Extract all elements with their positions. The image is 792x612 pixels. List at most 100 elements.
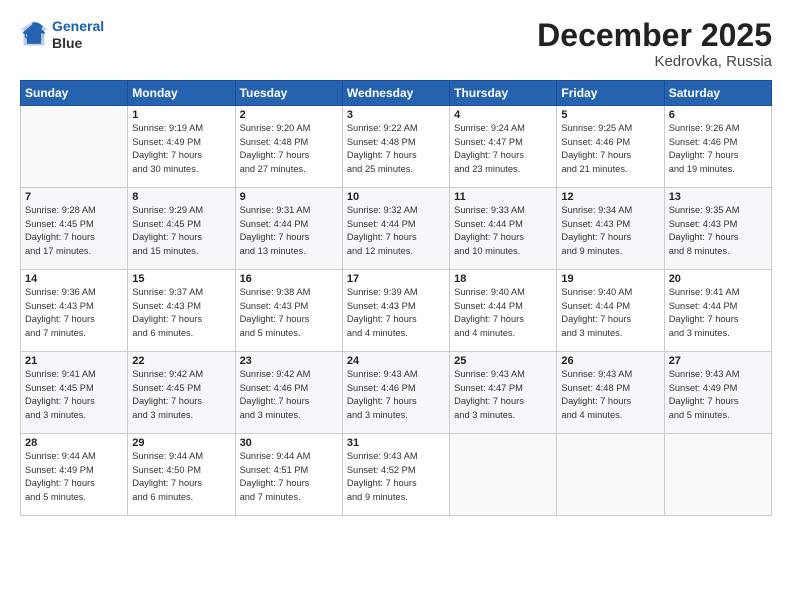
calendar-cell: 18Sunrise: 9:40 AM Sunset: 4:44 PM Dayli… xyxy=(450,270,557,352)
day-number: 19 xyxy=(561,273,659,285)
logo-line1: General xyxy=(52,18,104,34)
day-info: Sunrise: 9:33 AM Sunset: 4:44 PM Dayligh… xyxy=(454,204,552,258)
calendar-cell: 2Sunrise: 9:20 AM Sunset: 4:48 PM Daylig… xyxy=(235,106,342,188)
day-number: 2 xyxy=(240,109,338,121)
day-info: Sunrise: 9:37 AM Sunset: 4:43 PM Dayligh… xyxy=(132,286,230,340)
day-number: 25 xyxy=(454,355,552,367)
day-info: Sunrise: 9:35 AM Sunset: 4:43 PM Dayligh… xyxy=(669,204,767,258)
day-number: 31 xyxy=(347,437,445,449)
page: G General Blue December 2025 Kedrovka, R… xyxy=(0,0,792,612)
day-number: 28 xyxy=(25,437,123,449)
day-info: Sunrise: 9:32 AM Sunset: 4:44 PM Dayligh… xyxy=(347,204,445,258)
calendar-cell: 5Sunrise: 9:25 AM Sunset: 4:46 PM Daylig… xyxy=(557,106,664,188)
calendar-cell: 14Sunrise: 9:36 AM Sunset: 4:43 PM Dayli… xyxy=(21,270,128,352)
day-number: 26 xyxy=(561,355,659,367)
day-number: 22 xyxy=(132,355,230,367)
calendar-cell: 12Sunrise: 9:34 AM Sunset: 4:43 PM Dayli… xyxy=(557,188,664,270)
calendar-cell: 30Sunrise: 9:44 AM Sunset: 4:51 PM Dayli… xyxy=(235,434,342,516)
day-number: 10 xyxy=(347,191,445,203)
calendar-cell: 8Sunrise: 9:29 AM Sunset: 4:45 PM Daylig… xyxy=(128,188,235,270)
calendar-cell: 27Sunrise: 9:43 AM Sunset: 4:49 PM Dayli… xyxy=(664,352,771,434)
day-info: Sunrise: 9:42 AM Sunset: 4:45 PM Dayligh… xyxy=(132,368,230,422)
day-info: Sunrise: 9:25 AM Sunset: 4:46 PM Dayligh… xyxy=(561,122,659,176)
day-number: 12 xyxy=(561,191,659,203)
calendar-cell: 26Sunrise: 9:43 AM Sunset: 4:48 PM Dayli… xyxy=(557,352,664,434)
logo-text: General Blue xyxy=(52,18,104,52)
day-info: Sunrise: 9:20 AM Sunset: 4:48 PM Dayligh… xyxy=(240,122,338,176)
col-header-sunday: Sunday xyxy=(21,81,128,106)
calendar-cell: 28Sunrise: 9:44 AM Sunset: 4:49 PM Dayli… xyxy=(21,434,128,516)
calendar-cell: 3Sunrise: 9:22 AM Sunset: 4:48 PM Daylig… xyxy=(342,106,449,188)
day-number: 17 xyxy=(347,273,445,285)
day-info: Sunrise: 9:39 AM Sunset: 4:43 PM Dayligh… xyxy=(347,286,445,340)
day-info: Sunrise: 9:26 AM Sunset: 4:46 PM Dayligh… xyxy=(669,122,767,176)
day-info: Sunrise: 9:43 AM Sunset: 4:46 PM Dayligh… xyxy=(347,368,445,422)
day-info: Sunrise: 9:41 AM Sunset: 4:44 PM Dayligh… xyxy=(669,286,767,340)
calendar-cell: 19Sunrise: 9:40 AM Sunset: 4:44 PM Dayli… xyxy=(557,270,664,352)
day-number: 20 xyxy=(669,273,767,285)
day-info: Sunrise: 9:40 AM Sunset: 4:44 PM Dayligh… xyxy=(561,286,659,340)
calendar-cell: 22Sunrise: 9:42 AM Sunset: 4:45 PM Dayli… xyxy=(128,352,235,434)
day-number: 5 xyxy=(561,109,659,121)
day-number: 13 xyxy=(669,191,767,203)
calendar-cell xyxy=(450,434,557,516)
calendar-cell: 10Sunrise: 9:32 AM Sunset: 4:44 PM Dayli… xyxy=(342,188,449,270)
day-info: Sunrise: 9:28 AM Sunset: 4:45 PM Dayligh… xyxy=(25,204,123,258)
day-info: Sunrise: 9:34 AM Sunset: 4:43 PM Dayligh… xyxy=(561,204,659,258)
header: G General Blue December 2025 Kedrovka, R… xyxy=(20,18,772,70)
day-number: 27 xyxy=(669,355,767,367)
day-number: 15 xyxy=(132,273,230,285)
col-header-friday: Friday xyxy=(557,81,664,106)
col-header-monday: Monday xyxy=(128,81,235,106)
logo-icon: G xyxy=(20,21,48,49)
col-header-saturday: Saturday xyxy=(664,81,771,106)
month-title: December 2025 xyxy=(537,18,772,53)
day-number: 30 xyxy=(240,437,338,449)
calendar-cell: 11Sunrise: 9:33 AM Sunset: 4:44 PM Dayli… xyxy=(450,188,557,270)
col-header-tuesday: Tuesday xyxy=(235,81,342,106)
calendar-cell: 31Sunrise: 9:43 AM Sunset: 4:52 PM Dayli… xyxy=(342,434,449,516)
logo: G General Blue xyxy=(20,18,104,52)
calendar-cell xyxy=(21,106,128,188)
day-info: Sunrise: 9:44 AM Sunset: 4:49 PM Dayligh… xyxy=(25,450,123,504)
day-info: Sunrise: 9:43 AM Sunset: 4:48 PM Dayligh… xyxy=(561,368,659,422)
day-number: 16 xyxy=(240,273,338,285)
col-header-thursday: Thursday xyxy=(450,81,557,106)
logo-line2: Blue xyxy=(52,35,104,52)
day-number: 29 xyxy=(132,437,230,449)
day-info: Sunrise: 9:43 AM Sunset: 4:47 PM Dayligh… xyxy=(454,368,552,422)
calendar-cell: 4Sunrise: 9:24 AM Sunset: 4:47 PM Daylig… xyxy=(450,106,557,188)
calendar-cell: 6Sunrise: 9:26 AM Sunset: 4:46 PM Daylig… xyxy=(664,106,771,188)
calendar-cell xyxy=(664,434,771,516)
calendar-cell: 25Sunrise: 9:43 AM Sunset: 4:47 PM Dayli… xyxy=(450,352,557,434)
calendar-cell: 21Sunrise: 9:41 AM Sunset: 4:45 PM Dayli… xyxy=(21,352,128,434)
day-number: 23 xyxy=(240,355,338,367)
day-info: Sunrise: 9:36 AM Sunset: 4:43 PM Dayligh… xyxy=(25,286,123,340)
calendar-cell: 29Sunrise: 9:44 AM Sunset: 4:50 PM Dayli… xyxy=(128,434,235,516)
calendar-cell: 20Sunrise: 9:41 AM Sunset: 4:44 PM Dayli… xyxy=(664,270,771,352)
day-info: Sunrise: 9:38 AM Sunset: 4:43 PM Dayligh… xyxy=(240,286,338,340)
day-info: Sunrise: 9:44 AM Sunset: 4:50 PM Dayligh… xyxy=(132,450,230,504)
calendar-cell: 7Sunrise: 9:28 AM Sunset: 4:45 PM Daylig… xyxy=(21,188,128,270)
day-info: Sunrise: 9:41 AM Sunset: 4:45 PM Dayligh… xyxy=(25,368,123,422)
day-number: 3 xyxy=(347,109,445,121)
day-number: 1 xyxy=(132,109,230,121)
day-info: Sunrise: 9:31 AM Sunset: 4:44 PM Dayligh… xyxy=(240,204,338,258)
day-info: Sunrise: 9:44 AM Sunset: 4:51 PM Dayligh… xyxy=(240,450,338,504)
calendar-cell: 24Sunrise: 9:43 AM Sunset: 4:46 PM Dayli… xyxy=(342,352,449,434)
day-number: 14 xyxy=(25,273,123,285)
day-info: Sunrise: 9:42 AM Sunset: 4:46 PM Dayligh… xyxy=(240,368,338,422)
location: Kedrovka, Russia xyxy=(537,53,772,70)
title-block: December 2025 Kedrovka, Russia xyxy=(537,18,772,70)
day-number: 8 xyxy=(132,191,230,203)
day-number: 21 xyxy=(25,355,123,367)
day-info: Sunrise: 9:29 AM Sunset: 4:45 PM Dayligh… xyxy=(132,204,230,258)
day-info: Sunrise: 9:43 AM Sunset: 4:49 PM Dayligh… xyxy=(669,368,767,422)
calendar-cell: 17Sunrise: 9:39 AM Sunset: 4:43 PM Dayli… xyxy=(342,270,449,352)
day-number: 4 xyxy=(454,109,552,121)
calendar-cell: 9Sunrise: 9:31 AM Sunset: 4:44 PM Daylig… xyxy=(235,188,342,270)
day-number: 7 xyxy=(25,191,123,203)
calendar-cell: 1Sunrise: 9:19 AM Sunset: 4:49 PM Daylig… xyxy=(128,106,235,188)
col-header-wednesday: Wednesday xyxy=(342,81,449,106)
day-number: 6 xyxy=(669,109,767,121)
